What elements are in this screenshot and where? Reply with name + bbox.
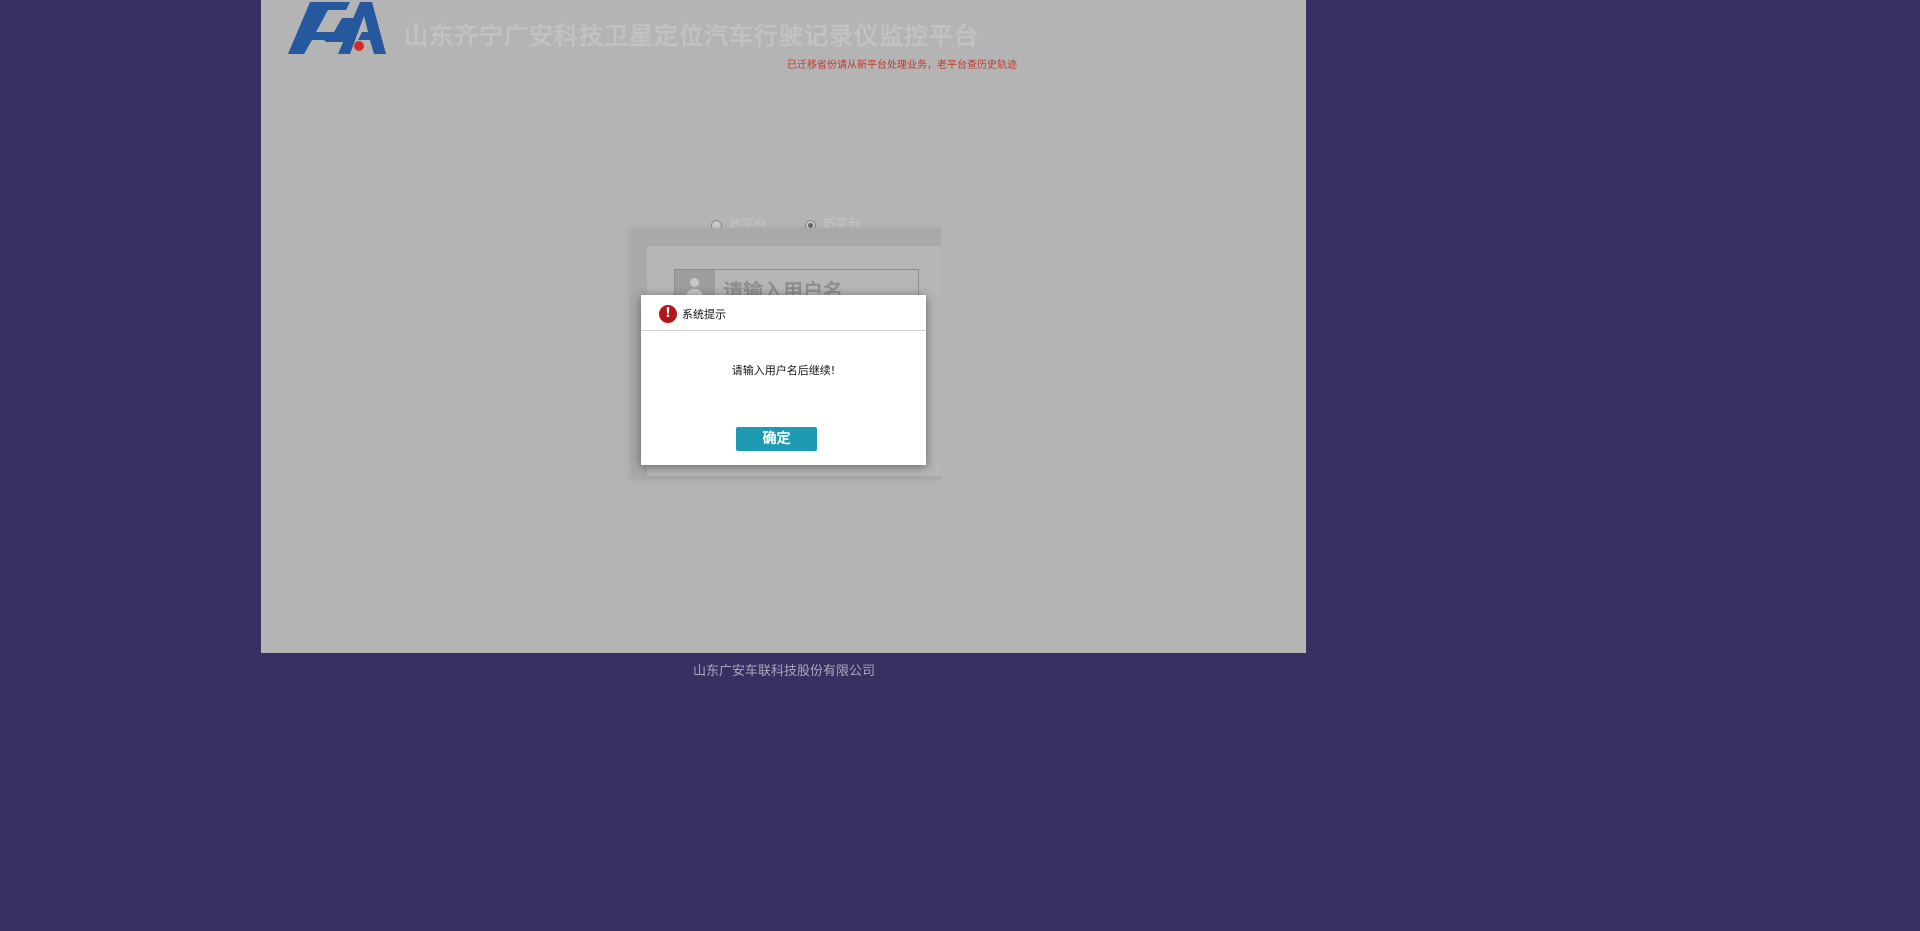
company-logo: [288, 2, 386, 54]
user-icon-head: [690, 278, 699, 287]
confirm-button[interactable]: 确定: [736, 427, 817, 451]
warning-icon: !: [659, 305, 677, 323]
footer-company: 山东广安车联科技股份有限公司: [692, 664, 875, 679]
dialog-header: ! 系统提示: [641, 295, 926, 331]
dialog-title: 系统提示: [682, 308, 726, 321]
migration-notice: 已迁移省份请从新平台处理业务，老平台查历史轨迹: [787, 60, 1017, 71]
site-title: 山东齐宁广安科技卫星定位汽车行驶记录仪监控平台: [404, 22, 979, 50]
dialog-message: 请输入用户名后继续!: [731, 364, 836, 377]
system-alert-dialog: ! 系统提示 请输入用户名后继续! 确定: [641, 295, 926, 465]
